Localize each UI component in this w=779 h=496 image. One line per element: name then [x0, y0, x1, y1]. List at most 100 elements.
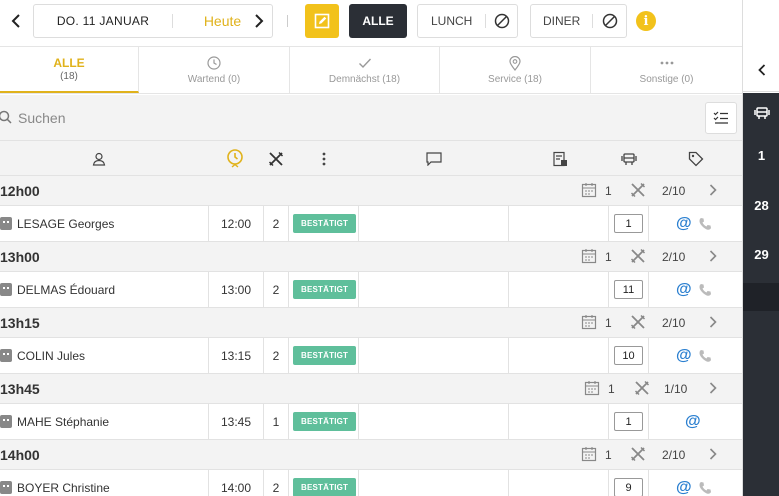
all-services-button[interactable]: ALLE: [349, 4, 407, 38]
chevron-right-icon[interactable]: [709, 381, 717, 397]
reservation-row[interactable]: COLIN Jules 13:15 2 BESTÄTIGT 10 @: [0, 338, 742, 374]
location-pin-icon: [509, 55, 521, 71]
sort-by-time[interactable]: [226, 149, 244, 168]
group-time: 13h45: [0, 381, 40, 397]
table-number-item[interactable]: 28: [743, 198, 779, 213]
guest-avatar-icon: [0, 283, 12, 296]
time-cell: 12:00: [209, 206, 264, 241]
guest-cell[interactable]: DELMAS Édouard: [0, 272, 209, 307]
guest-cell[interactable]: LESAGE Georges: [0, 206, 209, 241]
cutlery-icon: [630, 446, 646, 462]
search-input[interactable]: [18, 105, 618, 131]
tab-wartend[interactable]: Wartend (0): [139, 47, 290, 93]
phone-icon[interactable]: [698, 481, 712, 495]
contact-cell: @: [649, 404, 742, 439]
next-day-button[interactable]: [249, 11, 269, 31]
table-number[interactable]: 1: [614, 412, 643, 431]
table-number[interactable]: 1: [614, 214, 643, 233]
status-cell[interactable]: BESTÄTIGT: [289, 338, 359, 373]
chevron-right-icon[interactable]: [709, 315, 717, 331]
tab-alle[interactable]: ALLE (18): [0, 47, 139, 93]
sort-by-guest[interactable]: [90, 150, 108, 168]
chevron-right-icon[interactable]: [709, 183, 717, 199]
status-badge[interactable]: BESTÄTIGT: [293, 412, 357, 431]
table-number-item[interactable]: 1: [743, 148, 779, 163]
guest-cell[interactable]: BOYER Christine: [0, 470, 209, 496]
table-cell[interactable]: 10: [609, 338, 649, 373]
status-cell[interactable]: BESTÄTIGT: [289, 404, 359, 439]
info-icon[interactable]: i: [636, 11, 656, 31]
time-group-header[interactable]: 13h45 1 1/10: [0, 374, 742, 404]
sort-by-comment[interactable]: [425, 150, 443, 168]
status-badge[interactable]: BESTÄTIGT: [293, 280, 357, 299]
table-number-item[interactable]: 29: [743, 247, 779, 262]
person-icon: [92, 152, 106, 166]
table-cell[interactable]: 1: [609, 404, 649, 439]
reservation-row[interactable]: BOYER Christine 14:00 2 BESTÄTIGT 9 @: [0, 470, 742, 496]
chevron-right-icon[interactable]: [709, 249, 717, 265]
status-tabs: ALLE (18) Wartend (0) Demnächst (18) Ser…: [0, 46, 742, 94]
email-icon[interactable]: @: [676, 347, 692, 365]
status-badge[interactable]: BESTÄTIGT: [293, 478, 357, 496]
status-cell[interactable]: BESTÄTIGT: [289, 206, 359, 241]
status-cell[interactable]: BESTÄTIGT: [289, 272, 359, 307]
date-label[interactable]: DO. 11 JANUAR: [34, 14, 173, 28]
tab-service[interactable]: Service (18): [440, 47, 591, 93]
collapse-sidebar-button[interactable]: [743, 48, 779, 92]
diner-block-button[interactable]: [593, 13, 626, 29]
calendar-icon: [581, 183, 597, 198]
cutlery-icon: [268, 151, 284, 167]
email-icon[interactable]: @: [676, 281, 692, 299]
time-cell: 13:00: [209, 272, 264, 307]
email-icon[interactable]: @: [685, 413, 701, 431]
group-time: 13h00: [0, 249, 40, 265]
time-group-header[interactable]: 14h00 1 2/10: [0, 440, 742, 470]
table-number[interactable]: 11: [614, 280, 643, 299]
lunch-button[interactable]: LUNCH: [418, 14, 487, 28]
status-badge[interactable]: BESTÄTIGT: [293, 346, 357, 365]
email-icon[interactable]: @: [676, 215, 692, 233]
tab-label: Sonstige (0): [639, 74, 694, 85]
filter-button[interactable]: [705, 102, 737, 134]
tab-sonstige[interactable]: Sonstige (0): [591, 47, 742, 93]
tab-demnachst[interactable]: Demnächst (18): [290, 47, 440, 93]
notes-cell: [509, 272, 609, 307]
comment-cell: [359, 272, 509, 307]
new-reservation-button[interactable]: [305, 4, 339, 38]
guest-cell[interactable]: COLIN Jules: [0, 338, 209, 373]
group-time: 13h15: [0, 315, 40, 331]
guest-cell[interactable]: MAHE Stéphanie: [0, 404, 209, 439]
date-selector[interactable]: DO. 11 JANUAR Heute: [33, 4, 273, 38]
sort-by-tags[interactable]: [551, 150, 569, 168]
sort-by-status[interactable]: [315, 150, 333, 168]
sort-by-pax[interactable]: [267, 150, 285, 168]
chevron-right-icon[interactable]: [709, 447, 717, 463]
table-cell[interactable]: 11: [609, 272, 649, 307]
guest-avatar-icon: [0, 415, 12, 428]
sort-by-label[interactable]: [687, 150, 705, 168]
group-reservation-count: 1: [605, 250, 612, 264]
email-icon[interactable]: @: [676, 479, 692, 496]
time-group-header[interactable]: 13h00 1 2/10: [0, 242, 742, 272]
status-badge[interactable]: BESTÄTIGT: [293, 214, 357, 233]
table-column: 1 28 29: [743, 93, 779, 496]
table-cell[interactable]: 1: [609, 206, 649, 241]
sort-by-table[interactable]: [620, 150, 638, 168]
time-cell: 14:00: [209, 470, 264, 496]
phone-icon[interactable]: [698, 349, 712, 363]
phone-icon[interactable]: [698, 217, 712, 231]
phone-icon[interactable]: [698, 283, 712, 297]
reservation-row[interactable]: LESAGE Georges 12:00 2 BESTÄTIGT 1 @: [0, 206, 742, 242]
lunch-block-button[interactable]: [486, 13, 517, 29]
diner-button[interactable]: DINER: [531, 14, 594, 28]
table-cell[interactable]: 9: [609, 470, 649, 496]
status-cell[interactable]: BESTÄTIGT: [289, 470, 359, 496]
reservation-row[interactable]: DELMAS Édouard 13:00 2 BESTÄTIGT 11 @: [0, 272, 742, 308]
table-number[interactable]: 10: [614, 346, 643, 365]
table-number[interactable]: 9: [614, 478, 643, 496]
reservation-row[interactable]: MAHE Stéphanie 13:45 1 BESTÄTIGT 1 @: [0, 404, 742, 440]
time-group-header[interactable]: 13h15 1 2/10: [0, 308, 742, 338]
prev-day-button[interactable]: [6, 11, 26, 31]
chevron-left-icon: [757, 63, 765, 76]
time-group-header[interactable]: 12h00 1 2/10: [0, 176, 742, 206]
